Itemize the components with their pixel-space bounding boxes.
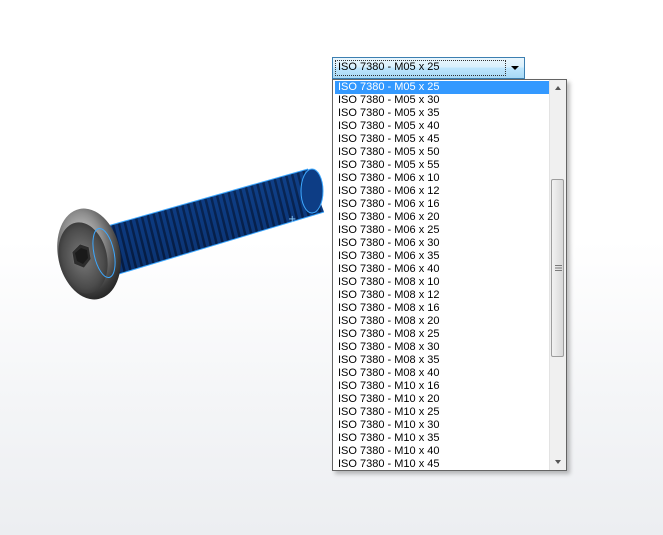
list-item[interactable]: ISO 7380 - M05 x 40 (335, 120, 549, 133)
list-item[interactable]: ISO 7380 - M10 x 25 (335, 406, 549, 419)
list-item[interactable]: ISO 7380 - M06 x 10 (335, 172, 549, 185)
size-dropdown-list[interactable]: ISO 7380 - M05 x 25 ISO 7380 - M05 x 30 IS… (332, 79, 567, 471)
list-item[interactable]: ISO 7380 - M08 x 25 (335, 328, 549, 341)
list-item[interactable]: ISO 7380 - M08 x 40 (335, 367, 549, 380)
screw-shank: + (96, 168, 325, 278)
list-item[interactable]: ISO 7380 - M06 x 16 (335, 198, 549, 211)
list-item[interactable]: ISO 7380 - M06 x 35 (335, 250, 549, 263)
list-item[interactable]: ISO 7380 - M08 x 10 (335, 276, 549, 289)
list-item[interactable]: ISO 7380 - M10 x 40 (335, 445, 549, 458)
grip-icon (555, 265, 562, 271)
svg-text:+: + (288, 214, 296, 225)
list-item[interactable]: ISO 7380 - M10 x 20 (335, 393, 549, 406)
list-item[interactable]: ISO 7380 - M06 x 20 (335, 211, 549, 224)
list-item[interactable]: ISO 7380 - M05 x 55 (335, 159, 549, 172)
list-item[interactable]: ISO 7380 - M06 x 40 (335, 263, 549, 276)
list-item[interactable]: ISO 7380 - M08 x 35 (335, 354, 549, 367)
dropdown-items: ISO 7380 - M05 x 25 ISO 7380 - M05 x 30 IS… (335, 81, 549, 470)
list-item[interactable]: ISO 7380 - M06 x 25 (335, 224, 549, 237)
triangle-down-icon[interactable] (550, 453, 566, 470)
list-item[interactable]: ISO 7380 - M05 x 35 (335, 107, 549, 120)
list-item[interactable]: ISO 7380 - M10 x 30 (335, 419, 549, 432)
size-combo-box[interactable]: ISO 7380 - M05 x 25 (332, 57, 525, 79)
list-item[interactable]: ISO 7380 - M05 x 50 (335, 146, 549, 159)
triangle-down-icon[interactable] (509, 62, 521, 74)
scrollbar-thumb[interactable] (551, 179, 564, 357)
list-item[interactable]: ISO 7380 - M08 x 30 (335, 341, 549, 354)
combo-selected-value: ISO 7380 - M05 x 25 (338, 61, 440, 73)
list-item-selected[interactable]: ISO 7380 - M05 x 25 (335, 81, 549, 94)
list-item[interactable]: ISO 7380 - M10 x 16 (335, 380, 549, 393)
list-item[interactable]: ISO 7380 - M06 x 12 (335, 185, 549, 198)
list-item[interactable]: ISO 7380 - M10 x 45 (335, 458, 549, 470)
list-item[interactable]: ISO 7380 - M08 x 16 (335, 302, 549, 315)
list-item[interactable]: ISO 7380 - M08 x 20 (335, 315, 549, 328)
list-item[interactable]: ISO 7380 - M08 x 12 (335, 289, 549, 302)
list-item[interactable]: ISO 7380 - M05 x 30 (335, 94, 549, 107)
screw-head (57, 208, 121, 300)
dropdown-scrollbar[interactable] (549, 80, 566, 470)
list-item[interactable]: ISO 7380 - M06 x 30 (335, 237, 549, 250)
triangle-up-icon[interactable] (550, 80, 566, 97)
list-item[interactable]: ISO 7380 - M05 x 45 (335, 133, 549, 146)
list-item[interactable]: ISO 7380 - M10 x 35 (335, 432, 549, 445)
